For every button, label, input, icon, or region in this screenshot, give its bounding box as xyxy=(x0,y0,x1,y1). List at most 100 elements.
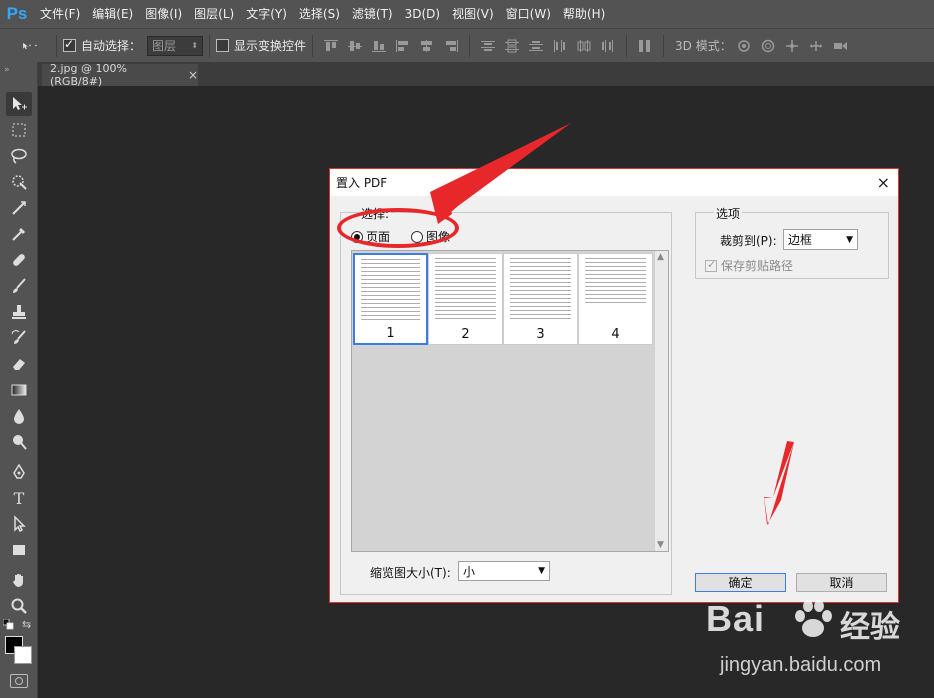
type-tool-icon[interactable]: T xyxy=(6,486,32,510)
shape-tool-icon[interactable] xyxy=(6,538,32,562)
path-select-tool-icon[interactable] xyxy=(6,512,32,536)
separator xyxy=(469,34,471,57)
3d-roll-icon[interactable] xyxy=(759,38,777,54)
pen-tool-icon[interactable] xyxy=(6,460,32,484)
3d-slide-icon[interactable] xyxy=(807,38,825,54)
close-icon[interactable]: × xyxy=(188,68,198,82)
collapse-icon[interactable]: » xyxy=(4,65,10,75)
stamp-tool-icon[interactable] xyxy=(6,300,32,324)
align-hcenter-icon[interactable] xyxy=(418,38,436,54)
quick-mask-icon[interactable] xyxy=(10,674,28,688)
scroll-up-icon[interactable]: ▲ xyxy=(657,252,664,262)
page-number: 4 xyxy=(611,327,620,342)
page-preview xyxy=(435,258,496,320)
ok-button[interactable]: 确定 xyxy=(695,573,786,592)
auto-align-icon[interactable] xyxy=(636,38,654,54)
separator xyxy=(626,34,628,57)
3d-pan-icon[interactable] xyxy=(783,38,801,54)
options-bar: 自动选择： 图层 ⬍ 显示变换控件 3D 模式： xyxy=(0,28,934,62)
cancel-button[interactable]: 取消 xyxy=(796,573,887,592)
checkbox-box xyxy=(705,258,717,272)
auto-select-checkbox[interactable] xyxy=(63,37,76,52)
page-thumbnail[interactable]: 2 xyxy=(428,253,503,345)
keep-clipping-path-checkbox[interactable]: 保存剪贴路径 xyxy=(705,257,793,274)
hand-tool-icon[interactable] xyxy=(6,568,32,592)
crop-to-value: 边框 xyxy=(788,233,813,247)
menu-help[interactable]: 帮助(H) xyxy=(557,0,611,28)
swap-colors-icon[interactable]: ⇆ xyxy=(22,618,31,631)
menu-file[interactable]: 文件(F) xyxy=(34,0,86,28)
3d-scale-icon[interactable] xyxy=(831,38,849,54)
show-transform-label: 显示变换控件 xyxy=(234,39,307,53)
eraser-tool-icon[interactable] xyxy=(6,352,32,376)
distribute-bottom-icon[interactable] xyxy=(527,38,545,54)
page-thumbnail[interactable]: 1 xyxy=(353,253,428,345)
page-number: 3 xyxy=(536,327,545,342)
dodge-tool-icon[interactable] xyxy=(6,430,32,454)
thumbnail-scrollbar[interactable]: ▲ ▼ xyxy=(654,251,668,551)
distribute-left-icon[interactable] xyxy=(551,38,569,54)
thumbnail-size-select[interactable]: 小 ▼ xyxy=(458,561,550,581)
show-transform-checkbox[interactable] xyxy=(216,39,230,52)
document-tab-bar: 2.jpg @ 100%(RGB/8#) × xyxy=(0,62,934,88)
zoom-tool-icon[interactable] xyxy=(6,594,32,618)
quick-select-tool-icon[interactable] xyxy=(6,170,32,194)
menu-type[interactable]: 文字(Y) xyxy=(240,0,293,28)
updown-icon: ⬍ xyxy=(191,41,199,50)
align-top-icon[interactable] xyxy=(322,38,340,54)
options-group: 选项 裁剪到(P): 边框 ▼ 保存剪贴路径 xyxy=(695,205,889,279)
brush-tool-icon[interactable] xyxy=(6,274,32,298)
3d-rotate-icon[interactable] xyxy=(735,38,753,54)
align-right-icon[interactable] xyxy=(442,38,460,54)
menu-bar: Ps 文件(F) 编辑(E) 图像(I) 图层(L) 文字(Y) 选择(S) 滤… xyxy=(0,0,934,28)
auto-select-label: 自动选择： xyxy=(81,39,142,53)
distribute-hcenter-icon[interactable] xyxy=(575,38,593,54)
auto-select-target-value: 图层 xyxy=(152,39,177,53)
move-tool-preset-icon[interactable] xyxy=(13,38,47,54)
lasso-tool-icon[interactable] xyxy=(6,144,32,168)
document-tab[interactable]: 2.jpg @ 100%(RGB/8#) × xyxy=(42,62,198,88)
history-brush-tool-icon[interactable] xyxy=(6,326,32,350)
menu-image[interactable]: 图像(I) xyxy=(139,0,188,28)
align-vcenter-icon[interactable] xyxy=(346,38,364,54)
menu-select[interactable]: 选择(S) xyxy=(293,0,346,28)
page-number: 1 xyxy=(386,326,395,341)
page-thumbnail[interactable]: 3 xyxy=(503,253,578,345)
menu-edit[interactable]: 编辑(E) xyxy=(86,0,139,28)
eyedropper-tool-icon[interactable] xyxy=(6,222,32,246)
auto-select-target-select[interactable]: 图层 ⬍ xyxy=(147,35,204,56)
select-group: 选择: 页面 图像 1 2 3 4 ▲ ▼ 缩览图大小(T): 小 ▼ xyxy=(340,205,672,595)
close-icon[interactable]: × xyxy=(877,173,890,192)
marquee-tool-icon[interactable] xyxy=(6,118,32,142)
dialog-title: 置入 PDF xyxy=(336,176,388,190)
separator xyxy=(209,34,211,57)
background-color-swatch[interactable] xyxy=(14,646,32,664)
3d-mode-label: 3D 模式： xyxy=(675,39,732,53)
blur-tool-icon[interactable] xyxy=(6,404,32,428)
move-tool-icon[interactable] xyxy=(6,92,32,116)
watermark-url: jingyan.baidu.com xyxy=(720,654,882,676)
thumbnail-size-value: 小 xyxy=(463,564,476,579)
menu-view[interactable]: 视图(V) xyxy=(446,0,500,28)
chevron-down-icon: ▼ xyxy=(846,234,853,245)
align-left-icon[interactable] xyxy=(394,38,412,54)
distribute-right-icon[interactable] xyxy=(599,38,617,54)
distribute-vcenter-icon[interactable] xyxy=(503,38,521,54)
page-thumbnail[interactable]: 4 xyxy=(578,253,653,345)
scroll-down-icon[interactable]: ▼ xyxy=(657,540,664,550)
align-bottom-icon[interactable] xyxy=(370,38,388,54)
menu-filter[interactable]: 滤镜(T) xyxy=(346,0,399,28)
distribute-top-icon[interactable] xyxy=(479,38,497,54)
default-colors-icon[interactable] xyxy=(2,618,15,631)
healing-tool-icon[interactable] xyxy=(6,248,32,272)
crop-to-select[interactable]: 边框 ▼ xyxy=(783,229,858,250)
crop-to-label: 裁剪到(P): xyxy=(720,234,777,248)
menu-layer[interactable]: 图层(L) xyxy=(188,0,240,28)
menu-window[interactable]: 窗口(W) xyxy=(500,0,557,28)
crop-tool-icon[interactable] xyxy=(6,196,32,220)
menu-3d[interactable]: 3D(D) xyxy=(399,0,446,28)
gradient-tool-icon[interactable] xyxy=(6,378,32,402)
watermark-jingyan-text: 经验 xyxy=(840,610,900,645)
annotation-ellipse xyxy=(337,208,459,248)
page-preview xyxy=(361,259,420,321)
